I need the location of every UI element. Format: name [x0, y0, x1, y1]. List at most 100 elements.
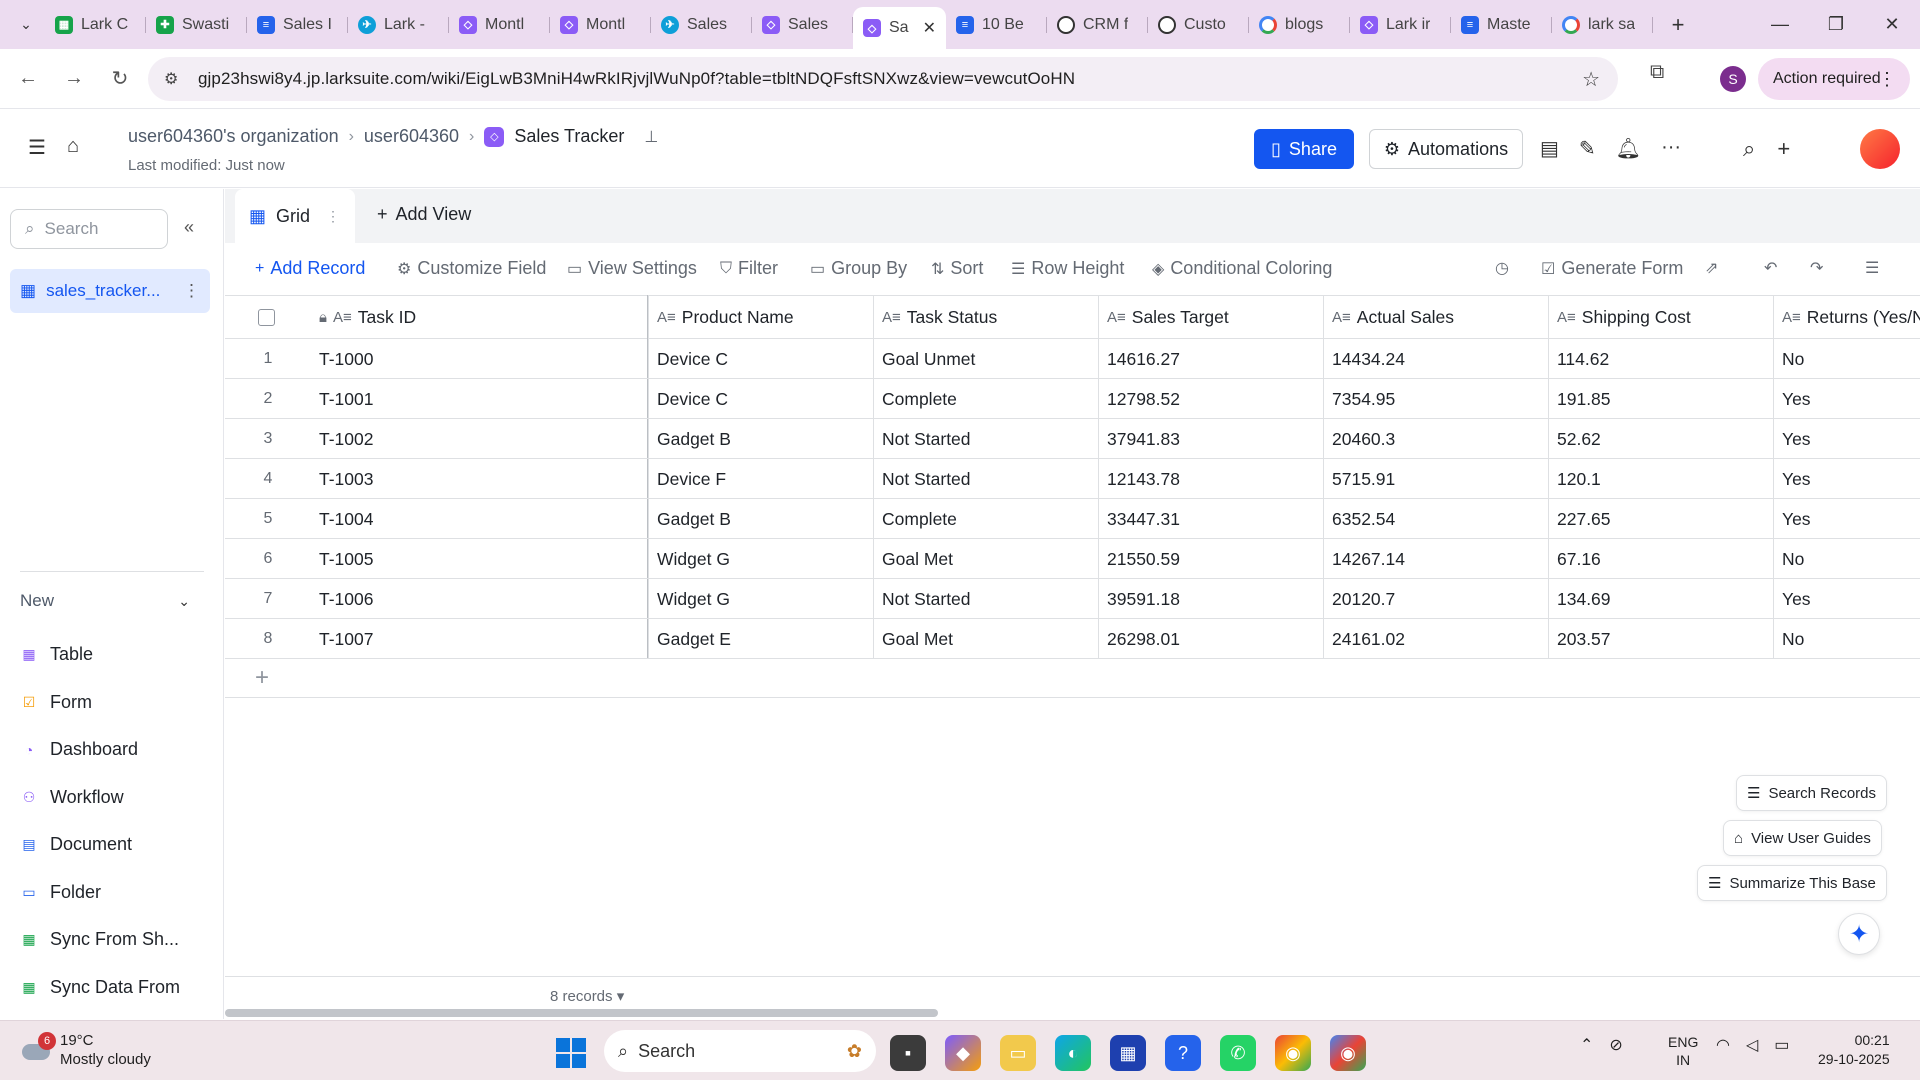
new-item-document[interactable]: ▤ Document — [20, 821, 180, 869]
browser-tab[interactable]: ◇ Sa ✕ — [853, 7, 946, 49]
column-header[interactable]: A≡ Actual Sales — [1324, 296, 1548, 339]
table-cell[interactable]: 33447.31 — [1099, 499, 1323, 539]
table-cell[interactable]: 7354.95 — [1324, 379, 1548, 419]
table-cell[interactable]: 37941.83 — [1099, 419, 1323, 459]
breadcrumb-user[interactable]: user604360 — [364, 126, 459, 147]
customize-field-button[interactable]: ⚙ Customize Field — [397, 258, 546, 279]
table-cell[interactable]: 24161.02 — [1324, 619, 1548, 659]
more-options-icon[interactable]: ⋮ — [183, 281, 200, 301]
table-cell[interactable]: 67.16 — [1549, 539, 1773, 579]
view-settings-button[interactable]: ▭ View Settings — [567, 258, 697, 279]
browser-tab[interactable]: ◇ Montl — [550, 6, 651, 44]
extensions-icon[interactable]: ⧉ — [1650, 61, 1664, 84]
table-row[interactable]: 8 T-1007 Gadget E Goal Met 26298.01 24161.02 2… — [225, 619, 1920, 659]
chrome-profile-icon[interactable]: ◉ — [1275, 1035, 1311, 1071]
browser-tab[interactable]: Custo — [1148, 6, 1249, 44]
record-count[interactable]: 8 records ▾ — [550, 987, 624, 1005]
table-row[interactable]: 2 T-1001 Device C Complete 12798.52 7354.95 19… — [225, 379, 1920, 419]
copilot-app-icon[interactable]: ◆ — [945, 1035, 981, 1071]
table-cell[interactable]: Device F — [649, 459, 873, 499]
close-tab-icon[interactable]: ✕ — [923, 18, 936, 38]
add-icon[interactable]: + — [1777, 136, 1790, 162]
more-icon[interactable]: ··· — [1661, 136, 1681, 161]
automations-button[interactable]: ⚙ Automations — [1369, 129, 1523, 169]
sidebar-search-input[interactable]: ⌕ Search — [10, 209, 168, 249]
sort-button[interactable]: ⇅ Sort — [931, 258, 983, 279]
url-bar[interactable]: ⚙ gjp23hswi8y4.jp.larksuite.com/wiki/Eig… — [148, 57, 1618, 101]
whatsapp-app-icon[interactable]: ✆ — [1220, 1035, 1256, 1071]
table-cell[interactable]: 14267.14 — [1324, 539, 1548, 579]
browser-tab[interactable]: ◇ Montl — [449, 6, 550, 44]
browser-tab[interactable]: ≡ Maste — [1451, 6, 1552, 44]
profile-avatar[interactable]: S — [1720, 66, 1746, 92]
sidebar-item-sales-tracker[interactable]: ▦ sales_tracker... ⋮ — [10, 269, 210, 313]
conditional-coloring-button[interactable]: ◈ Conditional Coloring — [1152, 258, 1332, 279]
column-header[interactable]: A≡ Product Name — [649, 296, 873, 339]
table-cell[interactable]: Gadget B — [649, 499, 873, 539]
filter-button[interactable]: ⛉ Filter — [720, 258, 778, 279]
table-cell[interactable]: Goal Unmet — [874, 339, 1098, 379]
edge-app-icon[interactable]: ◐ — [1055, 1035, 1091, 1071]
table-cell[interactable]: T-1000 — [311, 339, 647, 379]
view-options-icon[interactable]: ⋮ — [326, 208, 340, 225]
wifi-icon[interactable]: ◠ — [1716, 1035, 1730, 1055]
history-icon[interactable]: ◷ — [1495, 258, 1509, 278]
summarize-base-button[interactable]: ☰ Summarize This Base — [1697, 865, 1887, 901]
share-view-icon[interactable]: ⇗ — [1705, 258, 1718, 278]
browser-tab[interactable]: ✈ Sales — [651, 6, 752, 44]
row-height-button[interactable]: ☰ Row Height — [1011, 258, 1124, 279]
chrome-app-icon[interactable]: ◉ — [1330, 1035, 1366, 1071]
table-cell[interactable]: 203.57 — [1549, 619, 1773, 659]
action-required-button[interactable]: Action required ⋮ — [1758, 58, 1910, 100]
browser-tab[interactable]: ▦ Lark C — [45, 6, 146, 44]
table-cell[interactable]: Yes — [1774, 579, 1920, 619]
page-title[interactable]: Sales Tracker — [514, 126, 624, 147]
restore-icon[interactable]: ❐ — [1808, 0, 1864, 49]
table-cell[interactable]: No — [1774, 619, 1920, 659]
new-section-toggle[interactable]: New ⌄ — [20, 591, 190, 611]
column-header[interactable]: 🔒︎ A≡ Task ID — [311, 296, 647, 339]
select-all-checkbox[interactable] — [258, 309, 275, 326]
browser-tab[interactable]: ≡ 10 Be — [946, 6, 1047, 44]
browser-tab[interactable]: ✚ Swasti — [146, 6, 247, 44]
table-cell[interactable]: Widget G — [649, 539, 873, 579]
table-cell[interactable]: Widget G — [649, 579, 873, 619]
reload-icon[interactable]: ↻ — [102, 61, 138, 97]
browser-tab[interactable]: ≡ Sales I — [247, 6, 348, 44]
table-cell[interactable]: 12798.52 — [1099, 379, 1323, 419]
table-cell[interactable]: 21550.59 — [1099, 539, 1323, 579]
language-indicator[interactable]: ENG IN — [1668, 1033, 1698, 1069]
weather-widget[interactable]: 6 19°C Mostly cloudy — [20, 1031, 151, 1069]
terminal-app-icon[interactable]: ▪ — [890, 1035, 926, 1071]
browser-menu-icon[interactable]: ⋮ — [1878, 69, 1896, 90]
horizontal-scrollbar[interactable] — [225, 1009, 938, 1017]
table-cell[interactable]: 6352.54 — [1324, 499, 1548, 539]
table-cell[interactable]: No — [1774, 539, 1920, 579]
table-cell[interactable]: Complete — [874, 499, 1098, 539]
add-row-button[interactable]: + — [225, 658, 1920, 698]
column-header[interactable]: A≡ Shipping Cost — [1549, 296, 1773, 339]
new-item-form[interactable]: ☑ Form — [20, 679, 180, 727]
close-window-icon[interactable]: ✕ — [1864, 0, 1920, 49]
table-cell[interactable]: T-1003 — [311, 459, 647, 499]
table-cell[interactable]: Yes — [1774, 419, 1920, 459]
browser-tab[interactable]: ◇ Sales — [752, 6, 853, 44]
table-cell[interactable]: 52.62 — [1549, 419, 1773, 459]
table-cell[interactable]: 12143.78 — [1099, 459, 1323, 499]
templates-icon[interactable]: ▤ — [1540, 136, 1559, 161]
table-cell[interactable]: 26298.01 — [1099, 619, 1323, 659]
table-cell[interactable]: Yes — [1774, 379, 1920, 419]
table-cell[interactable]: 20460.3 — [1324, 419, 1548, 459]
breadcrumb-org[interactable]: user604360's organization — [128, 126, 339, 147]
share-button[interactable]: ▯ Share — [1254, 129, 1354, 169]
table-cell[interactable]: 14616.27 — [1099, 339, 1323, 379]
new-item-table[interactable]: ▦ Table — [20, 631, 180, 679]
collapse-sidebar-icon[interactable]: « — [184, 217, 194, 238]
browser-tab[interactable]: blogs — [1249, 6, 1350, 44]
table-cell[interactable]: T-1004 — [311, 499, 647, 539]
column-header[interactable]: A≡ Sales Target — [1099, 296, 1323, 339]
table-cell[interactable]: Gadget E — [649, 619, 873, 659]
redo-icon[interactable]: ↷ — [1810, 258, 1823, 278]
table-cell[interactable]: Not Started — [874, 579, 1098, 619]
table-cell[interactable]: Not Started — [874, 459, 1098, 499]
